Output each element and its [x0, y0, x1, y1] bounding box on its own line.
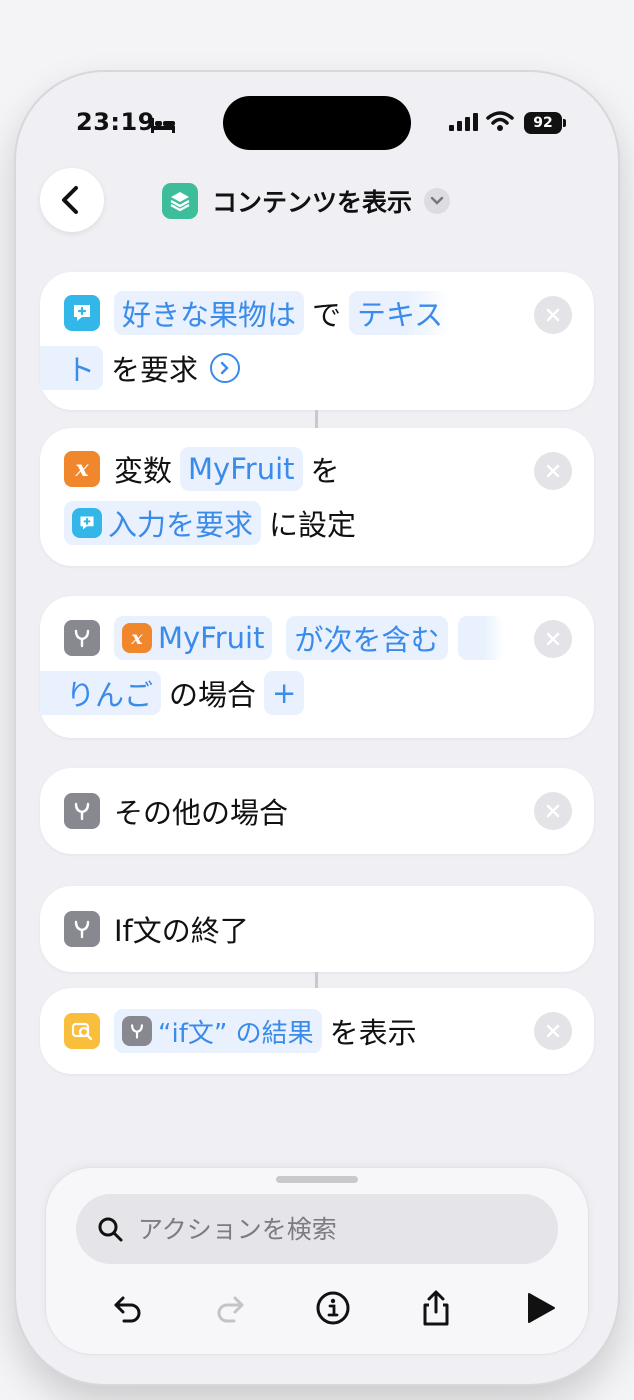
variable-icon: x — [64, 451, 100, 487]
undo-icon — [114, 1296, 141, 1323]
action-text: その他の場合 — [114, 796, 289, 830]
status-bar: 23:19 92 — [16, 72, 618, 182]
share-icon — [423, 1290, 449, 1326]
action-text: If文の終了 — [114, 914, 249, 948]
search-bar[interactable] — [76, 1194, 558, 1264]
condition-value-token[interactable]: りんご — [40, 671, 162, 715]
chevron-down-icon — [424, 188, 451, 214]
remove-action-button[interactable] — [534, 452, 572, 490]
action-if[interactable]: x MyFruit が次を含む りんご の場合 + — [40, 596, 594, 738]
back-button[interactable] — [40, 168, 104, 232]
undo-button[interactable] — [102, 1282, 154, 1334]
wifi-icon — [486, 110, 514, 136]
page-title: コンテンツを表示 — [212, 188, 413, 217]
action-set-variable[interactable]: x 変数 MyFruit を 入力を要求 に設定 — [40, 428, 594, 566]
if-branch-icon — [122, 1016, 152, 1046]
remove-action-button[interactable] — [534, 296, 572, 334]
prompt-token[interactable]: 好きな果物は — [114, 291, 305, 335]
panel-grabber[interactable] — [276, 1176, 358, 1183]
battery-icon: 92 — [524, 112, 566, 134]
variable-value-token[interactable]: 入力を要求 — [64, 501, 262, 545]
if-branch-icon — [64, 620, 100, 656]
remove-action-button[interactable] — [534, 620, 572, 658]
action-text: の場合 — [169, 678, 257, 712]
action-text: を要求 — [111, 353, 199, 387]
dynamic-island — [223, 96, 411, 150]
condition-value-token-start[interactable] — [457, 616, 504, 660]
action-panel — [46, 1168, 588, 1354]
play-icon — [528, 1293, 555, 1323]
action-ask-for-input[interactable]: 好きな果物は で テキス ト を要求 — [40, 272, 594, 410]
search-icon — [96, 1215, 124, 1243]
flow-connector — [315, 410, 318, 428]
redo-icon — [217, 1296, 244, 1323]
status-time: 23:19 — [76, 108, 155, 136]
info-button[interactable] — [307, 1282, 359, 1334]
variable-name-token[interactable]: MyFruit — [180, 447, 303, 491]
redo-button[interactable] — [204, 1282, 256, 1334]
show-result-icon — [64, 1013, 100, 1049]
share-button[interactable] — [410, 1282, 462, 1334]
search-input[interactable] — [136, 1213, 520, 1245]
if-input-token[interactable]: x MyFruit — [114, 616, 273, 660]
action-end-if[interactable]: If文の終了 — [40, 886, 594, 972]
remove-action-button[interactable] — [534, 1012, 572, 1050]
if-input-label: MyFruit — [158, 621, 265, 655]
condition-token[interactable]: が次を含む — [286, 616, 448, 660]
ask-for-input-icon — [64, 295, 100, 331]
cellular-signal-icon — [448, 112, 478, 136]
phone-screen: 23:19 92 コンテンツを表示 好きな果物は で テキス ト を要求 x 変… — [16, 72, 618, 1384]
action-text: を表示 — [329, 1016, 417, 1050]
action-text: で — [312, 298, 342, 332]
input-type-token[interactable]: テキス — [349, 291, 452, 335]
remove-action-button[interactable] — [534, 792, 572, 830]
add-condition-button[interactable]: + — [264, 671, 305, 715]
flow-connector — [315, 972, 318, 988]
action-otherwise[interactable]: その他の場合 — [40, 768, 594, 854]
sleep-focus-icon — [150, 116, 176, 138]
info-icon — [316, 1291, 350, 1325]
action-text: に設定 — [269, 508, 357, 542]
result-token-label: “if文” の結果 — [158, 1018, 314, 1049]
shortcut-layers-icon — [162, 183, 198, 219]
shortcut-title-menu[interactable]: コンテンツを表示 — [162, 178, 451, 224]
expand-options-icon[interactable] — [210, 353, 241, 383]
action-text: を — [310, 454, 340, 488]
if-branch-icon — [64, 911, 100, 947]
run-button[interactable] — [514, 1282, 566, 1334]
input-type-token-cont[interactable]: ト — [40, 346, 104, 390]
ask-for-input-icon — [72, 508, 102, 538]
result-token[interactable]: “if文” の結果 — [114, 1009, 322, 1053]
variable-icon: x — [122, 623, 152, 653]
action-text: 変数 — [114, 454, 173, 488]
variable-value-label: 入力を要求 — [108, 508, 254, 542]
action-show-result[interactable]: “if文” の結果 を表示 — [40, 988, 594, 1074]
if-branch-icon — [64, 793, 100, 829]
